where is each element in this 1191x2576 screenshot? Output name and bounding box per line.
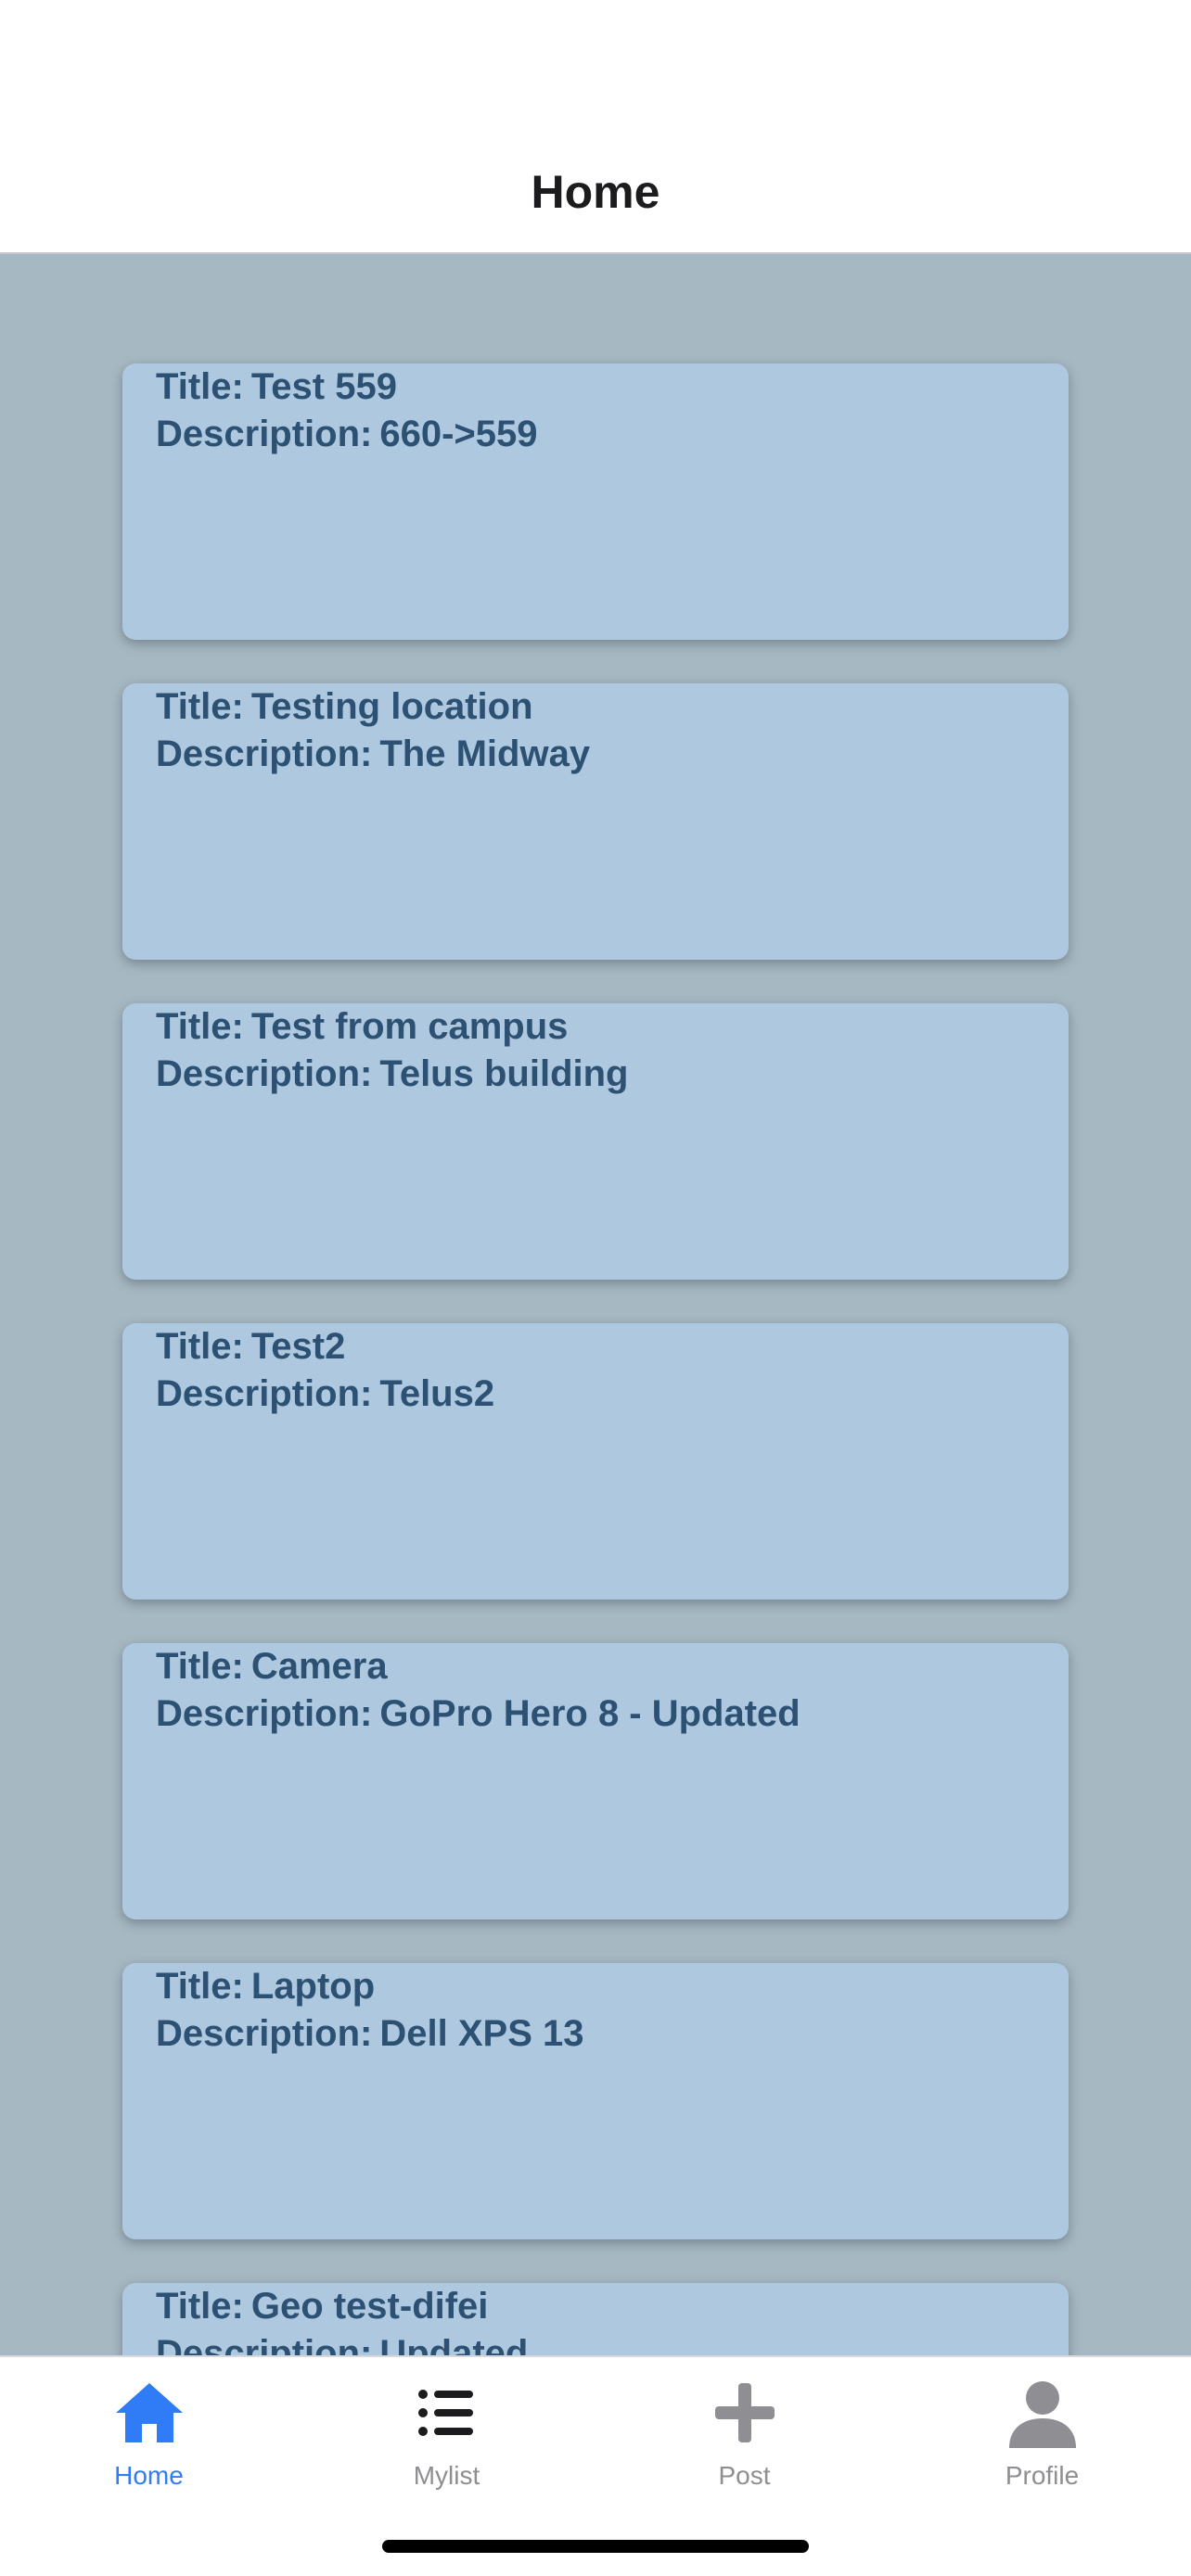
description-label: Description: [156,2013,373,2054]
post-title-line: Title: Geo test-difei [156,2283,1035,2330]
post-description: Telus2 [379,1373,495,1414]
post-title-line: Title: Test from campus [156,1003,1035,1051]
tab-profile-label: Profile [1005,2461,1080,2490]
post-title: Testing location [250,686,533,727]
description-label: Description: [156,2333,373,2355]
home-indicator[interactable] [382,2540,809,2553]
list-icon [417,2390,473,2436]
person-icon [1008,2381,1076,2448]
post-title-line: Title: Testing location [156,683,1035,731]
title-label: Title: [156,686,244,727]
page-title: Home [531,166,660,218]
post-title: Test 559 [250,366,397,407]
post-description-line: Description: Telus2 [156,1371,1035,1418]
description-label: Description: [156,1373,373,1414]
nav-header: Home [0,0,1191,254]
post-title: Test2 [250,1326,346,1367]
plus-icon [714,2383,775,2442]
post-card[interactable]: Title: Geo test-difei Description: Updated [122,2283,1069,2355]
tab-post[interactable]: Post [596,2357,893,2496]
description-label: Description: [156,733,373,774]
post-title: Laptop [250,1966,376,2007]
tab-post-label: Post [718,2461,771,2490]
post-description-line: Description: Updated [156,2330,1035,2355]
tab-mylist[interactable]: Mylist [298,2357,596,2496]
post-title-line: Title: Test2 [156,1323,1035,1371]
tab-home-label: Home [114,2461,184,2490]
title-label: Title: [156,1326,244,1367]
post-card[interactable]: Title: Test 559 Description: 660->559 [122,363,1069,640]
post-description: 660->559 [379,414,538,454]
post-description: Dell XPS 13 [379,2013,584,2054]
post-title: Camera [250,1646,388,1687]
post-description: Telus building [379,1053,629,1094]
title-label: Title: [156,1966,244,2007]
post-description-line: Description: The Midway [156,731,1035,778]
tab-home[interactable]: Home [0,2357,298,2496]
description-label: Description: [156,1053,373,1094]
screen: Home Title: Test 559 Description: 660->559… [0,0,1191,2576]
post-title: Test from campus [250,1006,569,1047]
post-card[interactable]: Title: Test2 Description: Telus2 [122,1323,1069,1600]
description-label: Description: [156,414,373,454]
post-description-line: Description: Telus building [156,1051,1035,1098]
description-label: Description: [156,1693,373,1734]
post-card[interactable]: Title: Testing location Description: The M… [122,683,1069,960]
post-title-line: Title: Laptop [156,1963,1035,2010]
post-list[interactable]: Title: Test 559 Description: 660->559 Titl… [0,254,1191,2355]
tab-profile[interactable]: Profile [893,2357,1191,2496]
post-card[interactable]: Title: Test from campus Description: Telus… [122,1003,1069,1280]
post-card[interactable]: Title: Camera Description: GoPro Hero 8 - … [122,1643,1069,1919]
title-label: Title: [156,1646,244,1687]
tab-mylist-label: Mylist [413,2461,480,2490]
post-card[interactable]: Title: Laptop Description: Dell XPS 13 [122,1963,1069,2239]
post-title: Geo test-difei [250,2286,489,2327]
title-label: Title: [156,2286,244,2327]
home-icon [115,2383,183,2442]
post-description-line: Description: Dell XPS 13 [156,2010,1035,2058]
post-title-line: Title: Camera [156,1643,1035,1690]
title-label: Title: [156,366,244,407]
title-label: Title: [156,1006,244,1047]
post-description: Updated [379,2333,529,2355]
post-description: GoPro Hero 8 - Updated [379,1693,800,1734]
post-description: The Midway [379,733,591,774]
post-description-line: Description: GoPro Hero 8 - Updated [156,1690,1035,1738]
post-description-line: Description: 660->559 [156,411,1035,458]
post-title-line: Title: Test 559 [156,363,1035,411]
